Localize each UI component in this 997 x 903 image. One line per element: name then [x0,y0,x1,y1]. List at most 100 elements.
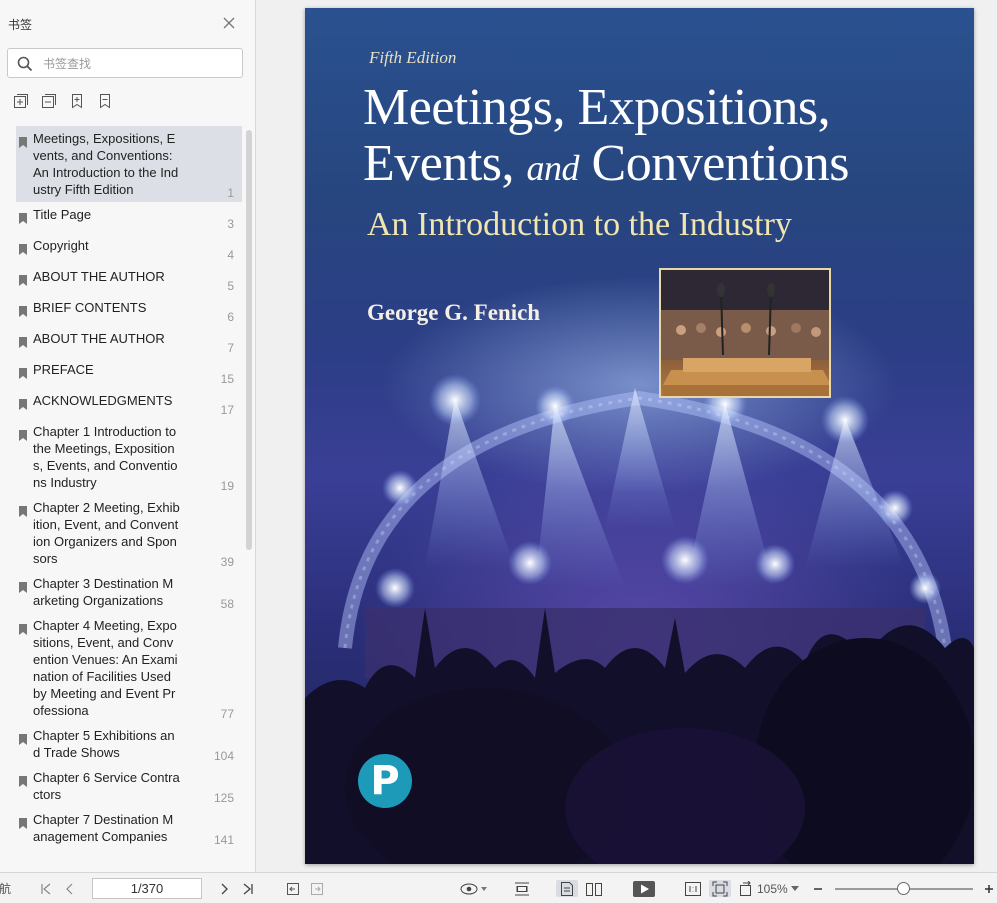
bookmark-page-number: 15 [220,372,234,386]
bookmark-icon [16,575,33,609]
bookmark-page-number: 58 [220,597,234,611]
fit-width-icon[interactable] [512,880,532,897]
zoom-level-value: 105% [757,881,788,896]
bookmark-item[interactable]: Chapter 7 Destination Management Compani… [16,807,242,849]
last-page-icon[interactable] [240,880,256,897]
bookmark-label: Chapter 7 Destination Management Compani… [33,812,174,844]
bottom-toolbar: 航 1/370 105% [0,872,997,903]
bookmark-icon [16,237,33,260]
bookmark-item[interactable]: Chapter 6 Service Contractors 125 [16,765,242,807]
rotate-icon[interactable] [737,880,755,897]
back-view-icon[interactable] [284,880,302,897]
bookmark-item[interactable]: Meetings, Expositions, Events, and Conve… [16,126,242,202]
bookmark-item[interactable]: BRIEF CONTENTS 6 [16,295,242,326]
expand-all-icon[interactable] [13,93,29,109]
title-word-events: Events, [363,135,527,192]
bookmark-icon [16,130,33,198]
fit-page-icon[interactable] [709,880,731,897]
bookmark-page-number: 39 [220,555,234,569]
cover-title-line1: Meetings, Expositions, [363,79,831,136]
bookmark-item[interactable]: Chapter 5 Exhibitions and Trade Shows 104 [16,723,242,765]
bookmark-label: Chapter 1 Introduction to the Meetings, … [33,424,178,490]
bookmark-label: Chapter 4 Meeting, Expositions, Event, a… [33,618,178,718]
panel-title: 书签 [8,18,33,32]
close-icon[interactable] [222,16,238,32]
bookmark-label: Copyright [33,238,89,253]
edition-label: Fifth Edition [369,48,457,67]
bookmark-icon [16,617,33,719]
next-page-icon[interactable] [216,880,232,897]
bookmark-item[interactable]: Chapter 1 Introduction to the Meetings, … [16,419,242,495]
bookmark-icon [16,361,33,384]
view-mode-eye-icon[interactable] [457,880,489,897]
pdf-reader-window: 书签 Meetings, Expositions, [0,0,997,903]
chevron-down-icon [790,885,799,891]
bookmark-item[interactable]: Chapter 2 Meeting, Exhibition, Event, an… [16,495,242,571]
book-cover-page: Fifth Edition Meetings, Expositions, Eve… [305,8,974,864]
single-page-icon[interactable] [556,880,578,897]
bookmark-page-number: 17 [220,403,234,417]
bookmark-page-number: 1 [227,186,234,200]
bookmark-list: Meetings, Expositions, Events, and Conve… [16,126,242,872]
page-number-input[interactable] [92,878,202,899]
scrollbar[interactable] [246,130,252,550]
bookmark-icon [16,206,33,229]
forward-view-icon[interactable] [308,880,326,897]
pearson-logo: P [358,754,412,808]
bookmark-search-box[interactable] [7,48,243,78]
bookmark-page-number: 6 [227,310,234,324]
collapse-all-icon[interactable] [41,93,57,109]
bookmark-icon [16,392,33,415]
actual-size-icon[interactable] [684,880,702,897]
bookmark-page-number: 3 [227,217,234,231]
bookmark-label: Title Page [33,207,92,222]
bookmark-label: Chapter 5 Exhibitions and Trade Shows [33,728,175,760]
slideshow-play-icon[interactable] [632,880,656,897]
title-word-and: and [526,148,580,188]
document-view: Fifth Edition Meetings, Expositions, Eve… [257,0,997,872]
cover-author: George G. Fenich [367,300,541,325]
bookmark-icon [16,499,33,567]
bookmark-page-number: 4 [227,248,234,262]
bookmark-label: Chapter 3 Destination Marketing Organiza… [33,576,174,608]
bookmark-tools [13,93,113,109]
zoom-out-icon[interactable] [811,880,825,897]
bookmark-page-number: 141 [213,833,234,847]
bookmark-item[interactable]: ABOUT THE AUTHOR 5 [16,264,242,295]
bookmark-icon [16,299,33,322]
zoom-slider-handle[interactable] [897,882,910,895]
bookmark-item[interactable]: Copyright 4 [16,233,242,264]
bookmark-icon [16,727,33,761]
cover-subtitle: An Introduction to the Industry [367,206,792,243]
bookmark-label: PREFACE [33,362,94,377]
bookmark-item[interactable]: Chapter 4 Meeting, Expositions, Event, a… [16,613,242,723]
bookmark-icon [16,811,33,845]
bookmark-item[interactable]: PREFACE 15 [16,357,242,388]
first-page-icon[interactable] [38,880,54,897]
zoom-in-icon[interactable] [982,880,996,897]
two-page-icon[interactable] [583,880,605,897]
title-word-conventions: Conventions [579,135,850,192]
bookmark-label: Meetings, Expositions, Events, and Conve… [33,131,179,197]
bookmark-label: Chapter 2 Meeting, Exhibition, Event, an… [33,500,180,566]
bookmark-page-number: 77 [220,707,234,721]
bookmark-search-input[interactable] [43,54,233,74]
bookmark-page-number: 7 [227,341,234,355]
delete-bookmark-icon[interactable] [97,93,113,109]
bookmark-page-number: 19 [220,479,234,493]
bookmark-item[interactable]: Chapter 3 Destination Marketing Organiza… [16,571,242,613]
add-bookmark-icon[interactable] [69,93,85,109]
bookmark-item[interactable]: ACKNOWLEDGMENTS 17 [16,388,242,419]
bookmark-icon [16,330,33,353]
bookmark-label: BRIEF CONTENTS [33,300,147,315]
bookmark-icon [16,423,33,491]
cover-title-line2: Events, and Conventions [363,136,849,196]
zoom-level-dropdown[interactable]: 105% [757,880,807,897]
prev-page-icon[interactable] [62,880,78,897]
bookmark-page-number: 104 [213,749,234,763]
bookmark-item[interactable]: ABOUT THE AUTHOR 7 [16,326,242,357]
bookmark-item[interactable]: Title Page 3 [16,202,242,233]
bookmark-label: ABOUT THE AUTHOR [33,331,165,346]
bookmark-label: ACKNOWLEDGMENTS [33,393,173,408]
bookmark-page-number: 125 [213,791,234,805]
